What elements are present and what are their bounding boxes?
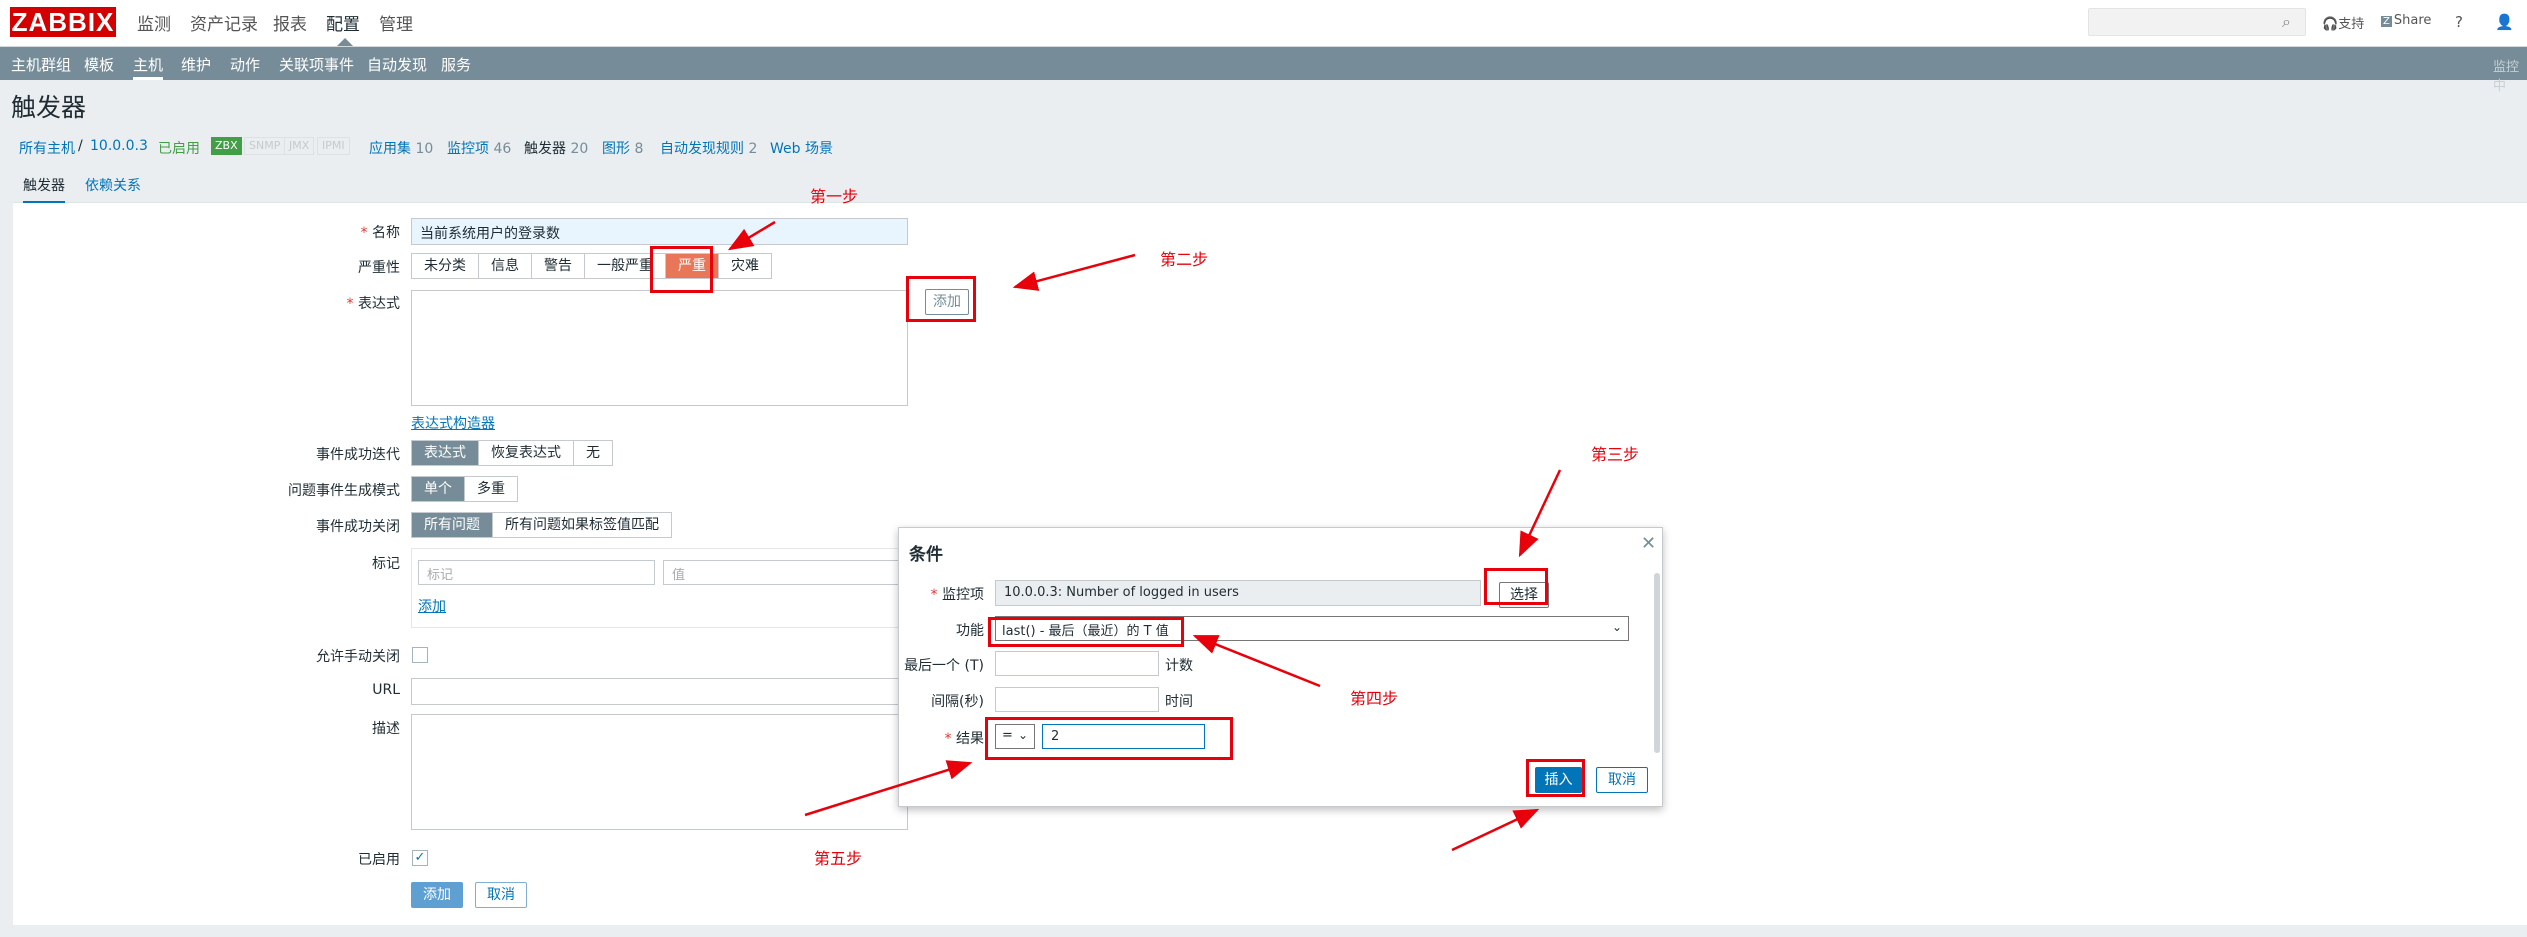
arrow-step-4 [1192, 634, 1321, 688]
arrow-step-5b [1451, 808, 1540, 852]
arrow-step-3 [1518, 469, 1562, 558]
arrow-step-2 [1012, 253, 1136, 291]
arrow-step-1 [727, 220, 776, 251]
annotation-arrows [727, 220, 1562, 852]
arrow-step-5a [804, 760, 973, 817]
